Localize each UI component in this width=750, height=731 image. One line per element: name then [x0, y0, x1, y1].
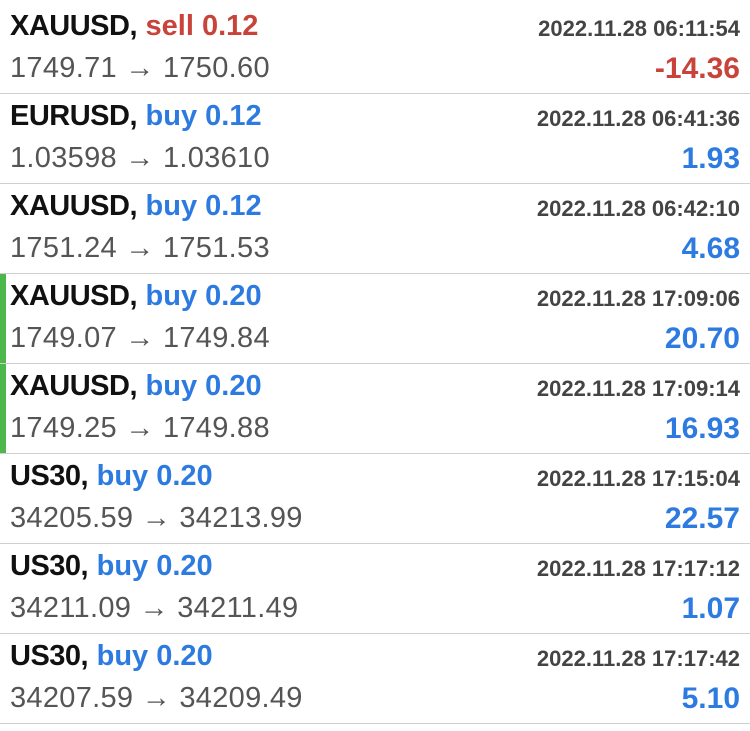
- trade-details: 1751.24 → 1751.53 4.68: [10, 232, 740, 272]
- trade-prices: 1749.07 → 1749.84: [10, 322, 270, 354]
- trade-profit: 5.10: [681, 682, 740, 715]
- trade-header: XAUUSD, sell 0.12 2022.11.28 06:11:54: [10, 10, 740, 50]
- trade-prices: 1749.25 → 1749.88: [10, 412, 270, 444]
- trade-prices: 1749.71 → 1750.60: [10, 52, 270, 84]
- trade-details: 1749.07 → 1749.84 20.70: [10, 322, 740, 362]
- trade-history-list: XAUUSD, sell 0.12 2022.11.28 06:11:54 174…: [0, 4, 750, 731]
- trade-details: 1.03598 → 1.03610 1.93: [10, 142, 740, 182]
- separator-comma: ,: [129, 100, 138, 132]
- trade-row[interactable]: XAUUSD, buy 0.20 2022.11.28 17:09:14 1749…: [0, 364, 750, 454]
- trade-symbol: US30: [10, 460, 81, 492]
- trade-header: XAUUSD, buy 0.20 2022.11.28 17:09:06: [10, 280, 740, 320]
- trade-row[interactable]: XAUUSD, sell 0.12 2022.11.28 06:11:54 174…: [0, 4, 750, 94]
- trade-header: US30, buy 0.20 2022.11.28 17:15:04: [10, 460, 740, 500]
- separator-comma: ,: [80, 640, 89, 672]
- trade-row[interactable]: US30, buy 0.20 2022.11.28 17:15:04 34205.…: [0, 454, 750, 544]
- separator-comma: ,: [129, 10, 138, 42]
- trade-symbol: US30: [10, 640, 81, 672]
- trade-side-volume: buy 0.20: [145, 280, 262, 312]
- trade-header: US30, buy 0.20 2022.11.28 17:17:42: [10, 640, 740, 680]
- trade-time: 2022.11.28 06:42:10: [536, 196, 740, 221]
- trade-side-volume: buy 0.20: [145, 370, 262, 402]
- trade-row[interactable]: XAUUSD, buy 0.20 2022.11.28 17:09:06 1749…: [0, 274, 750, 364]
- trade-time: 2022.11.28 06:11:54: [538, 16, 740, 41]
- trade-row[interactable]: US30, buy 0.20 2022.11.28 17:17:42 34207.…: [0, 634, 750, 724]
- trade-side-volume: sell 0.12: [145, 10, 259, 42]
- trade-symbol: XAUUSD: [10, 370, 130, 402]
- trade-symbol: EURUSD: [10, 100, 130, 132]
- trade-details: 34207.59 → 34209.49 5.10: [10, 682, 740, 722]
- trade-time: 2022.11.28 06:41:36: [536, 106, 740, 131]
- trade-time: 2022.11.28 17:17:42: [536, 646, 740, 671]
- trade-symbol: XAUUSD: [10, 10, 130, 42]
- separator-comma: ,: [129, 280, 138, 312]
- trade-prices: 34205.59 → 34213.99: [10, 502, 303, 534]
- trade-side-volume: buy 0.20: [96, 460, 213, 492]
- trade-profit: 20.70: [664, 322, 740, 355]
- trade-details: 1749.71 → 1750.60 -14.36: [10, 52, 740, 92]
- trade-side-volume: buy 0.20: [96, 550, 213, 582]
- trade-prices: 34211.09 → 34211.49: [10, 592, 299, 624]
- trade-row[interactable]: EURUSD, buy 0.12 2022.11.28 06:41:36 1.03…: [0, 94, 750, 184]
- trade-header: XAUUSD, buy 0.20 2022.11.28 17:09:14: [10, 370, 740, 410]
- separator-comma: ,: [129, 190, 138, 222]
- trade-row[interactable]: XAUUSD, buy 0.12 2022.11.28 06:42:10 1751…: [0, 184, 750, 274]
- trade-symbol: XAUUSD: [10, 190, 130, 222]
- trade-prices: 1751.24 → 1751.53: [10, 232, 270, 264]
- trade-time: 2022.11.28 17:15:04: [536, 466, 740, 491]
- trade-time: 2022.11.28 17:09:06: [536, 286, 740, 311]
- trade-symbol: US30: [10, 550, 81, 582]
- trade-profit: -14.36: [654, 52, 740, 85]
- trade-side-volume: buy 0.12: [145, 100, 262, 132]
- trade-time: 2022.11.28 17:09:14: [536, 376, 740, 401]
- trade-profit: 4.68: [681, 232, 740, 265]
- trade-prices: 1.03598 → 1.03610: [10, 142, 270, 174]
- separator-comma: ,: [80, 550, 89, 582]
- trade-profit: 22.57: [664, 502, 740, 535]
- trade-symbol: XAUUSD: [10, 280, 130, 312]
- trade-header: XAUUSD, buy 0.12 2022.11.28 06:42:10: [10, 190, 740, 230]
- trade-details: 1749.25 → 1749.88 16.93: [10, 412, 740, 452]
- trade-time: 2022.11.28 17:17:12: [536, 556, 740, 581]
- trade-profit: 1.07: [681, 592, 740, 625]
- trade-side-volume: buy 0.12: [145, 190, 262, 222]
- trade-header: US30, buy 0.20 2022.11.28 17:17:12: [10, 550, 740, 590]
- separator-comma: ,: [129, 370, 138, 402]
- trade-header: EURUSD, buy 0.12 2022.11.28 06:41:36: [10, 100, 740, 140]
- trade-details: 34205.59 → 34213.99 22.57: [10, 502, 740, 542]
- separator-comma: ,: [80, 460, 89, 492]
- trade-prices: 34207.59 → 34209.49: [10, 682, 303, 714]
- trade-row[interactable]: US30, buy 0.20 2022.11.28 17:17:12 34211.…: [0, 544, 750, 634]
- trade-details: 34211.09 → 34211.49 1.07: [10, 592, 740, 632]
- trade-side-volume: buy 0.20: [96, 640, 213, 672]
- trade-profit: 16.93: [664, 412, 740, 445]
- trade-profit: 1.93: [681, 142, 740, 175]
